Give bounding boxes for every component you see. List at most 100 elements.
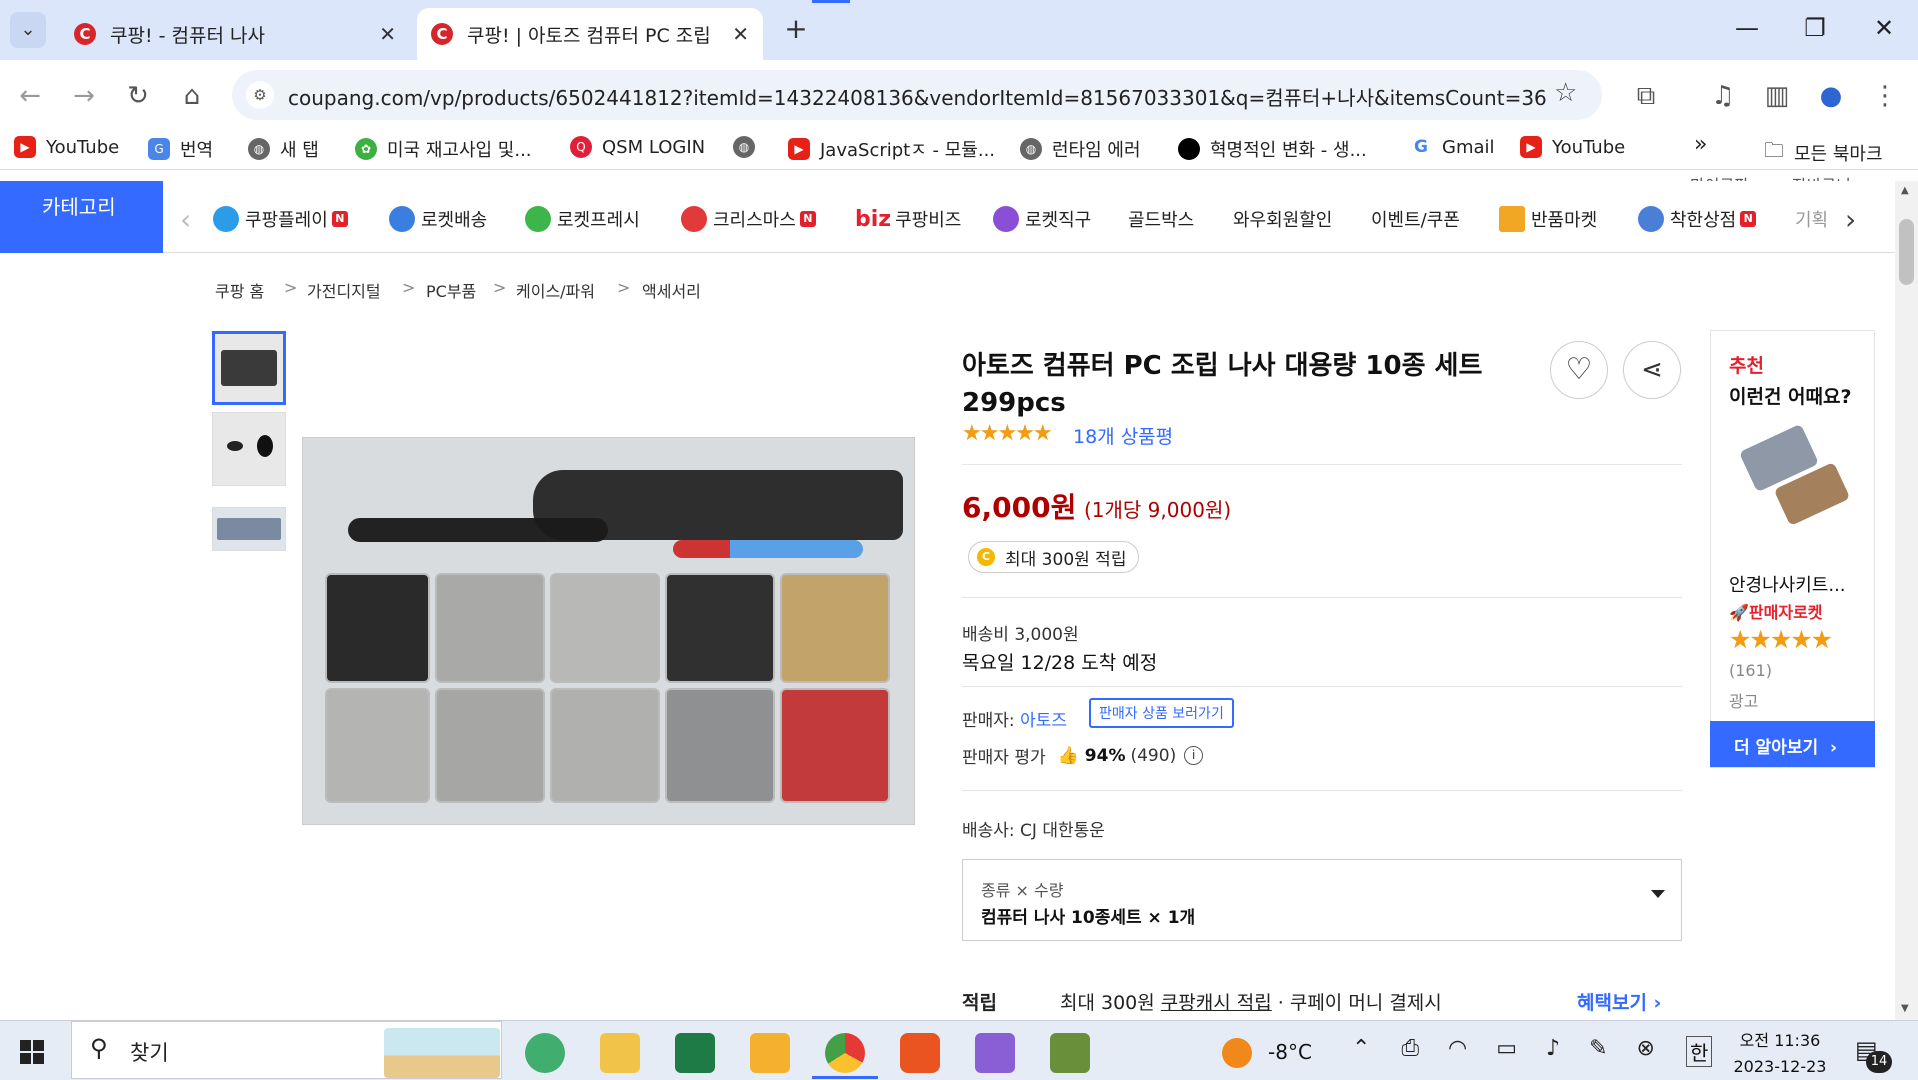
tab-product[interactable]: C 쿠팡! | 아토즈 컴퓨터 PC 조립 ✕ [417, 8, 763, 60]
new-badge: N [799, 211, 816, 227]
site-info-icon[interactable]: ⚙ [246, 81, 274, 109]
breadcrumb-accessories[interactable]: 액세서리 [642, 278, 701, 302]
visual-studio-icon[interactable] [975, 1033, 1015, 1073]
address-bar[interactable]: ⚙ coupang.com/vp/products/6502441812?ite… [232, 70, 1602, 120]
product-thumbnail-1[interactable] [212, 331, 286, 405]
seller-products-button[interactable]: 판매자 상품 보러가기 [1089, 698, 1234, 728]
pen-icon[interactable]: ✎ [1589, 1036, 1607, 1061]
bookmark-youtube[interactable]: ▶ YouTube [14, 136, 119, 158]
breadcrumb-home[interactable]: 쿠팡 홈 [215, 278, 264, 302]
nav-good-store[interactable]: 착한상점 N [1638, 206, 1757, 232]
nav-planning[interactable]: 기획 [1795, 206, 1835, 232]
close-circle-icon[interactable]: ⊗ [1637, 1036, 1655, 1061]
scrollbar-thumb[interactable] [1899, 219, 1914, 285]
info-icon[interactable]: i [1184, 746, 1204, 765]
camera-icon[interactable]: ⎙ [1401, 1036, 1419, 1061]
recommend-item-image[interactable] [1737, 423, 1851, 527]
weather-sun-icon[interactable] [1222, 1038, 1252, 1068]
bookmark-label: JavaScriptㅈ - 모듈... [820, 140, 996, 161]
nav-rocket-fresh[interactable]: 로켓프레시 [525, 206, 640, 232]
minimize-icon[interactable]: — [1727, 14, 1767, 42]
bookmark-runtime-error[interactable]: ◍ 런타임 에러 [1020, 136, 1141, 162]
coupang-cash-link[interactable]: 쿠팡캐시 적립 [1161, 992, 1272, 1014]
bookmarks-overflow-button[interactable]: » [1694, 132, 1707, 157]
tab-search-button[interactable]: ⌄ [10, 12, 46, 48]
breadcrumb-pc-parts[interactable]: PC부품 [426, 278, 476, 302]
nav-return-market[interactable]: 반품마켓 [1499, 206, 1597, 232]
bandizip-icon[interactable] [750, 1033, 790, 1073]
bookmark-youtube-2[interactable]: ▶ YouTube [1520, 136, 1625, 158]
file-explorer-icon[interactable] [600, 1033, 640, 1073]
nav-next-arrow-icon[interactable]: › [1845, 203, 1856, 236]
reload-icon[interactable]: ↻ [120, 78, 156, 114]
profile-avatar-icon[interactable]: ● [1813, 78, 1849, 114]
chevron-up-icon[interactable]: ⌃ [1352, 1036, 1370, 1061]
breadcrumb-case-power[interactable]: 케이스/파워 [516, 278, 595, 302]
tab-search-results[interactable]: C 쿠팡! - 컴퓨터 나사 ✕ [60, 8, 410, 60]
breadcrumb-digital[interactable]: 가전디지털 [307, 278, 381, 302]
review-count-link[interactable]: 18개 상품평 [1073, 422, 1173, 449]
close-window-icon[interactable]: ✕ [1864, 14, 1904, 42]
nav-rocket-global[interactable]: 로켓직구 [993, 206, 1091, 232]
nav-rocket-delivery[interactable]: 로켓배송 [389, 206, 487, 232]
bookmark-star-icon[interactable]: ☆ [1554, 78, 1577, 108]
extensions-icon[interactable]: ⧉ [1628, 78, 1664, 114]
start-windows-icon[interactable] [20, 1040, 44, 1064]
cash-reward-text: 최대 300원 적립 [1005, 549, 1127, 570]
nav-coupang-biz[interactable]: biz 쿠팡비즈 [855, 206, 961, 232]
restore-icon[interactable]: ❐ [1795, 14, 1835, 42]
share-icon: ⋖ [1641, 355, 1663, 385]
nav-christmas[interactable]: 크리스마스 N [681, 206, 816, 232]
bookmark-new-tab[interactable]: ◍ 새 탭 [248, 136, 319, 162]
atom-app-icon[interactable] [525, 1033, 565, 1073]
clock[interactable]: 오전 11:36 2023-12-23 [1730, 1027, 1830, 1076]
seller-name-link[interactable]: 아토즈 [1020, 711, 1067, 731]
benefit-link[interactable]: 혜택보기 › [1577, 988, 1661, 1015]
product-thumbnail-3[interactable] [212, 507, 286, 551]
new-tab-button[interactable]: + [778, 12, 814, 45]
back-icon[interactable]: ← [12, 78, 48, 114]
nav-label: 기획 [1795, 210, 1829, 231]
volume-icon[interactable]: ♪ [1546, 1036, 1560, 1061]
bookmark-us-stock[interactable]: ✿ 미국 재고사입 및... [355, 136, 532, 162]
side-panel-icon[interactable]: ▥ [1759, 78, 1795, 114]
close-icon[interactable]: ✕ [732, 22, 749, 46]
bookmark-globe[interactable]: ◍ [733, 136, 765, 158]
home-icon[interactable]: ⌂ [174, 78, 210, 114]
ime-indicator[interactable]: 한 [1686, 1036, 1713, 1067]
learn-more-button[interactable]: 더 알아보기 › [1710, 721, 1875, 767]
wifi-icon[interactable]: ◠ [1448, 1036, 1467, 1061]
share-button[interactable]: ⋖ [1623, 341, 1681, 399]
page-scrollbar[interactable]: ▲ ▼ [1895, 181, 1918, 1021]
nav-events[interactable]: 이벤트/쿠폰 [1371, 206, 1460, 232]
url-text[interactable]: coupang.com/vp/products/6502441812?itemI… [288, 82, 1548, 111]
bookmark-gmail[interactable]: G Gmail [1410, 136, 1495, 158]
excel-icon[interactable] [675, 1033, 715, 1073]
nav-goldbox[interactable]: 골드박스 [1128, 206, 1194, 232]
forward-icon[interactable]: → [66, 78, 102, 114]
battery-icon[interactable]: ▭ [1496, 1036, 1517, 1061]
all-bookmarks[interactable]: 🗀 모든 북마크 [1764, 136, 1883, 170]
bookmark-translate[interactable]: G 번역 [148, 136, 213, 162]
taskbar-search-box[interactable]: ⚲ 찾기 [71, 1021, 502, 1079]
menu-kebab-icon[interactable]: ⋮ [1867, 78, 1903, 114]
price: 6,000원 [962, 491, 1077, 524]
product-thumbnail-2[interactable] [212, 412, 286, 486]
scroll-down-arrow-icon[interactable]: ▼ [1901, 1003, 1909, 1014]
close-icon[interactable]: ✕ [379, 22, 396, 46]
scroll-up-arrow-icon[interactable]: ▲ [1901, 185, 1909, 196]
bookmark-qsm[interactable]: Q QSM LOGIN [570, 136, 705, 158]
product-main-image[interactable] [302, 437, 915, 825]
nav-coupang-play[interactable]: 쿠팡플레이 N [213, 206, 348, 232]
wishlist-button[interactable]: ♡ [1550, 341, 1608, 399]
option-selector[interactable]: 종류 × 수량 컴퓨터 나사 10종세트 × 1개 [962, 859, 1682, 941]
ubuntu-app-icon[interactable] [900, 1033, 940, 1073]
settings-tool-icon[interactable] [1050, 1033, 1090, 1073]
temperature[interactable]: -8°C [1268, 1040, 1312, 1064]
nav-wow-discount[interactable]: 와우회원할인 [1233, 206, 1332, 232]
chrome-icon[interactable] [825, 1033, 865, 1073]
media-control-icon[interactable]: ♫ [1705, 78, 1741, 114]
bookmark-revolution[interactable]: 혁명적인 변화 - 생... [1178, 136, 1367, 162]
recommend-item-name[interactable]: 안경나사키트... [1729, 571, 1869, 597]
bookmark-javascript[interactable]: ▶ JavaScriptㅈ - 모듈... [788, 136, 995, 162]
